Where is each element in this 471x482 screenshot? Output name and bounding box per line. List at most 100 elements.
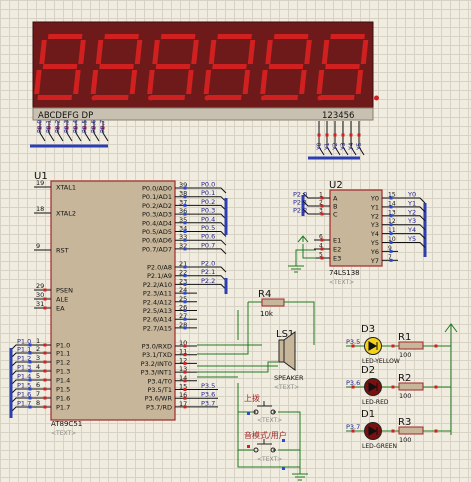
segment-pin-label: P0.4 (73, 120, 80, 133)
segment-g (268, 64, 304, 69)
pin-dot (434, 385, 438, 389)
mcu-pin-name: P2.2/A10 (143, 281, 172, 289)
schematic: ABCDEFG DP 123456 P0.0 P0.1 P0.2 P0.3 P0.4 P0… (9, 21, 458, 481)
segment-a (217, 34, 252, 39)
decoder-pin-name: E2 (333, 246, 341, 254)
seven-segment-display[interactable]: ABCDEFG DP 123456 P0.0 P0.1 P0.2 P0.3 P0.4 P0… (32, 21, 379, 156)
mcu-pin-name: P1.6 (56, 395, 70, 403)
mcu-pin-name: P2.5/A13 (143, 307, 172, 315)
decoder-pin-name: C (333, 211, 338, 219)
button-mode-contact-left (253, 447, 259, 453)
segment-d (206, 95, 242, 100)
segment-pin-label: P0.3 (64, 120, 71, 133)
display-pins: P0.0 P0.1 P0.2 P0.3 P0.4 P0.5 P0.6 P0.7 Y0 Y1 Y2 Y3… (37, 120, 365, 156)
digit-pin-label: Y5 (356, 142, 363, 151)
resistor-body (398, 341, 424, 350)
mcu-pin-name: P0.4/AD4 (142, 219, 172, 227)
mcu-pin-name: ALE (56, 296, 68, 304)
mcu-pin-name: P0.3/AD3 (142, 211, 172, 219)
decoder-net-label: P2.0 (293, 191, 307, 199)
mcu-pin-name: P2.4/A12 (143, 298, 172, 306)
decoder-net-label: Y3 (407, 217, 416, 225)
port-net-label: P0.3 (201, 207, 215, 215)
bus-entry (398, 242, 426, 248)
mcu-pin-number: 7 (36, 390, 40, 398)
segment-d (37, 95, 73, 100)
pin-dot (351, 385, 355, 389)
mcu-at89c51[interactable]: U1 AT89C51 <TEXT> 19XTAL118XTAL29RST29PS… (10, 171, 227, 437)
port-net-label: P0.6 (201, 233, 215, 241)
pin-dot (183, 405, 187, 409)
button-group: 上拨 <TEXT> 音模式/用户 <TEXT> (237, 383, 308, 481)
segment-d (93, 95, 129, 100)
led-part: LED-YELLOW (362, 358, 400, 365)
pin-dot (28, 405, 32, 409)
mcu-pin-name: PSEN (56, 287, 73, 295)
port-net-label: P3.5 (201, 382, 215, 390)
pin-dot (434, 344, 438, 348)
port-net-label: P0.1 (201, 189, 215, 197)
led-d1[interactable]: P3.7D1LED-GREENR3100 (346, 409, 451, 450)
segment-pin-label: P0.2 (55, 120, 62, 133)
decoder-74ls138[interactable]: U2 74LS138 <TEXT> A1P2.0B2P2.1C3P2.2E16E… (293, 180, 426, 286)
digit-pin-label: Y2 (332, 142, 339, 151)
mcu-pin-name: P1.7 (56, 404, 70, 412)
segment-labels: ABCDEFG DP (38, 111, 93, 121)
pin-dot (325, 133, 329, 137)
led-part: LED-RED (362, 399, 389, 406)
mcu-pin-number: 29 (36, 282, 44, 290)
speaker-text-placeholder: <TEXT> (274, 384, 299, 391)
mcu-pin-name: XTAL2 (56, 210, 76, 218)
decoder-pin-name: Y2 (370, 212, 379, 220)
mcu-text-placeholder: <TEXT> (51, 430, 76, 437)
decoder-pin-name: Y1 (370, 203, 379, 211)
decoder-pin-name: B (333, 203, 337, 211)
pin-dot (183, 247, 187, 251)
mcu-pin-name: P0.0/AD0 (142, 185, 172, 193)
segment-pin-label: P0.1 (46, 120, 53, 133)
schematic-canvas[interactable]: ABCDEFG DP 123456 P0.0 P0.1 P0.2 P0.3 P0.4 P0… (0, 0, 471, 482)
pin-dot (349, 133, 353, 137)
mcu-pin-number: 3 (36, 354, 40, 362)
pin-dot (320, 256, 324, 260)
segment-g (155, 64, 191, 69)
led-section: P3.5D3LED-YELLOWR1100P3.6D2LED-REDR2100P… (346, 324, 451, 450)
led-d3[interactable]: P3.5D3LED-YELLOWR1100 (346, 324, 451, 365)
pin-dot (43, 405, 47, 409)
decoder-pin-name: Y3 (370, 221, 379, 229)
port-net-label: P0.2 (201, 198, 215, 206)
resistor-ref: R2 (398, 373, 411, 384)
pin-dot (391, 429, 395, 433)
led-d2[interactable]: P3.6D2LED-REDR2100 (346, 365, 451, 406)
r4-value: 10k (260, 310, 274, 318)
resistor-value: 100 (399, 436, 411, 444)
decoder-pin-name: Y7 (370, 257, 379, 265)
mcu-pin-name: P1.2 (56, 359, 70, 367)
segment-d (263, 95, 299, 100)
mcu-pin-name: RST (56, 247, 69, 255)
port-net-label: P0.5 (201, 224, 215, 232)
mcu-pin-name: P1.1 (56, 350, 70, 358)
pin-dot (247, 445, 250, 448)
decoder-pin-name: Y5 (370, 239, 379, 247)
segment-a (273, 34, 309, 39)
button-up[interactable]: 上拨 <TEXT> (244, 393, 282, 424)
power-arrow-icon (297, 235, 316, 259)
mcu-pin-name: P3.1/TXD (142, 351, 172, 359)
pin-dot (317, 133, 321, 137)
port-net-label: P0.4 (201, 215, 215, 223)
speaker-ls1[interactable]: LS1 SPEAKER <TEXT> (274, 329, 304, 391)
digit-labels: 123456 (322, 111, 354, 121)
button-mode[interactable]: 音模式/用户 <TEXT> (244, 430, 287, 463)
pin-dot (320, 212, 324, 216)
mcu-pin-number: 8 (36, 399, 40, 407)
pin-dot (389, 249, 393, 253)
ground-icon (288, 249, 316, 273)
segment-a (160, 34, 196, 39)
pin-dot (320, 247, 324, 251)
pin-dot (391, 385, 395, 389)
pin-dot (434, 429, 438, 433)
mcu-pin-name: P2.0/A8 (147, 264, 172, 272)
pin-dot (389, 232, 393, 236)
wire (197, 361, 279, 373)
